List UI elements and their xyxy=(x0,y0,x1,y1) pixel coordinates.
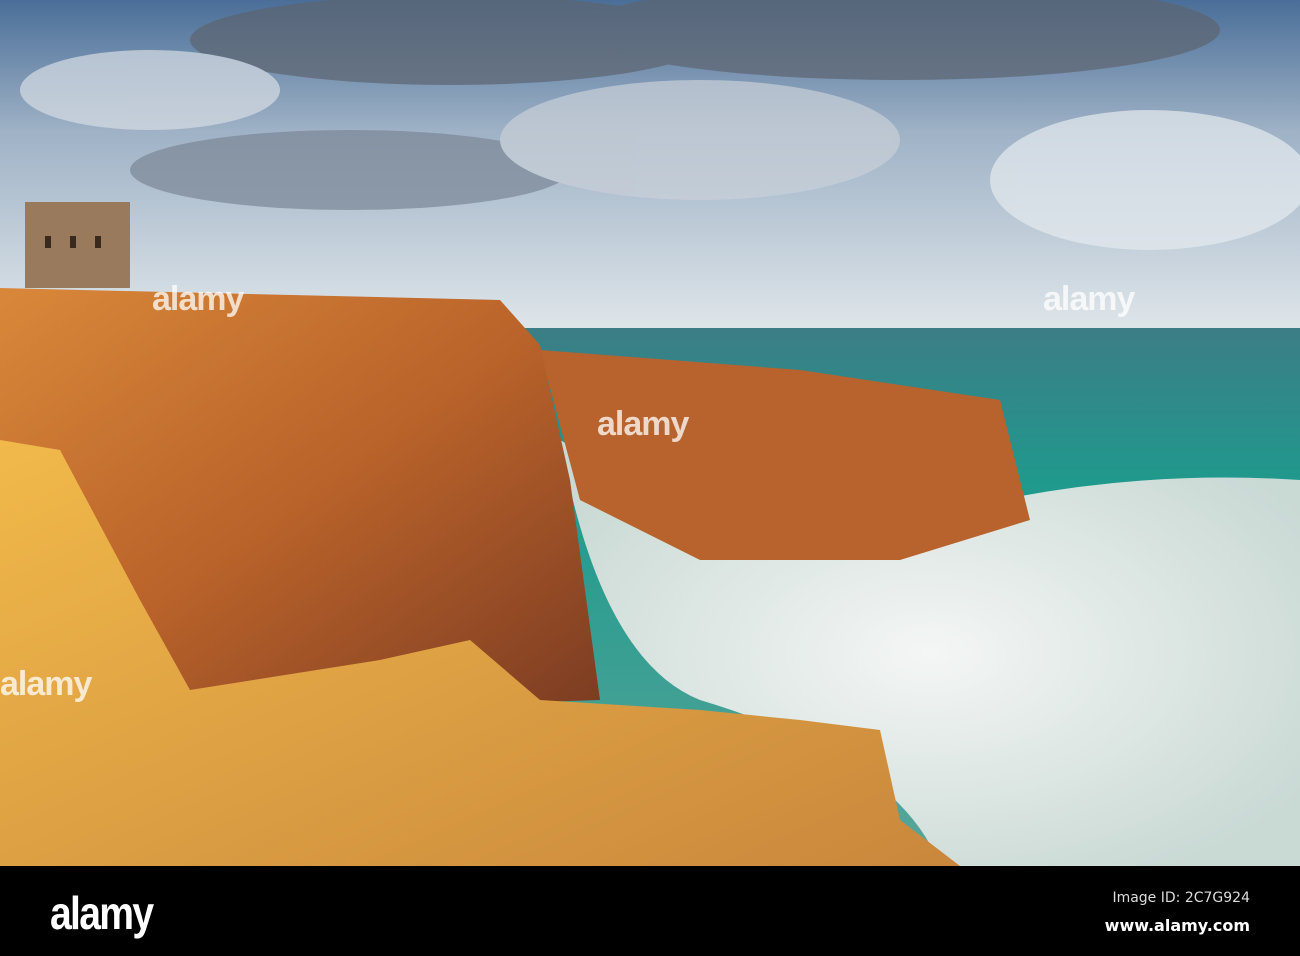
alamy-logo: alamy xyxy=(50,887,154,939)
watermark: alamy xyxy=(1043,280,1135,318)
watermark: alamy xyxy=(152,280,244,318)
site-url: www.alamy.com xyxy=(1104,916,1250,935)
footer-bar: alamy Image ID: 2C7G924 www.alamy.com xyxy=(0,866,1300,956)
watchtower xyxy=(25,202,130,288)
image-id: Image ID: 2C7G924 xyxy=(1112,890,1250,906)
watermark: alamy xyxy=(597,405,689,443)
watermark: alamy xyxy=(0,665,92,703)
